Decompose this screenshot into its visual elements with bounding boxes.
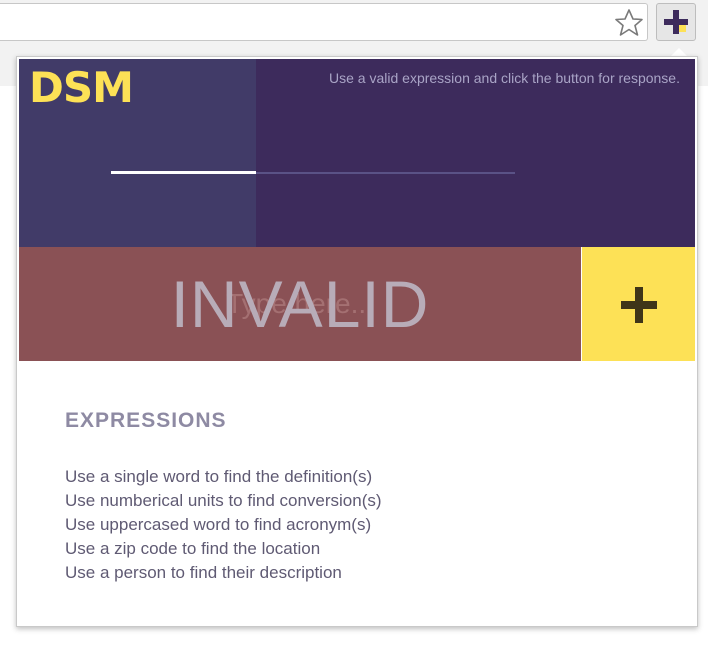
progress-bar [111, 171, 515, 174]
expressions-list: Use a single word to find the definition… [65, 465, 665, 585]
extension-plus-icon [664, 10, 688, 34]
progress-fill [111, 171, 257, 174]
input-box: INVALID [19, 247, 581, 361]
plus-icon [621, 287, 657, 323]
hint-text: Use a valid expression and click the but… [329, 70, 680, 86]
list-item: Use a single word to find the definition… [65, 467, 373, 486]
input-row: INVALID [19, 247, 695, 361]
list-item: Use a person to find their description [65, 563, 342, 582]
expressions-title: EXPRESSIONS [65, 409, 227, 432]
extension-button[interactable] [656, 3, 696, 41]
list-item: Use numberical units to find conversion(… [65, 491, 382, 510]
extension-popup: DSM Use a valid expression and click the… [16, 56, 698, 627]
hero-panel: DSM Use a valid expression and click the… [19, 59, 695, 247]
address-bar[interactable] [0, 3, 648, 41]
app-logo: DSM [29, 63, 134, 112]
expression-input[interactable] [19, 247, 581, 361]
list-item: Use uppercased word to find acronym(s) [65, 515, 372, 534]
hero-right-panel [256, 59, 695, 247]
list-item: Use a zip code to find the location [65, 539, 321, 558]
submit-button[interactable] [582, 247, 695, 361]
bookmark-star-icon[interactable] [614, 8, 644, 38]
expressions-section: EXPRESSIONS Use a single word to find th… [65, 409, 665, 585]
